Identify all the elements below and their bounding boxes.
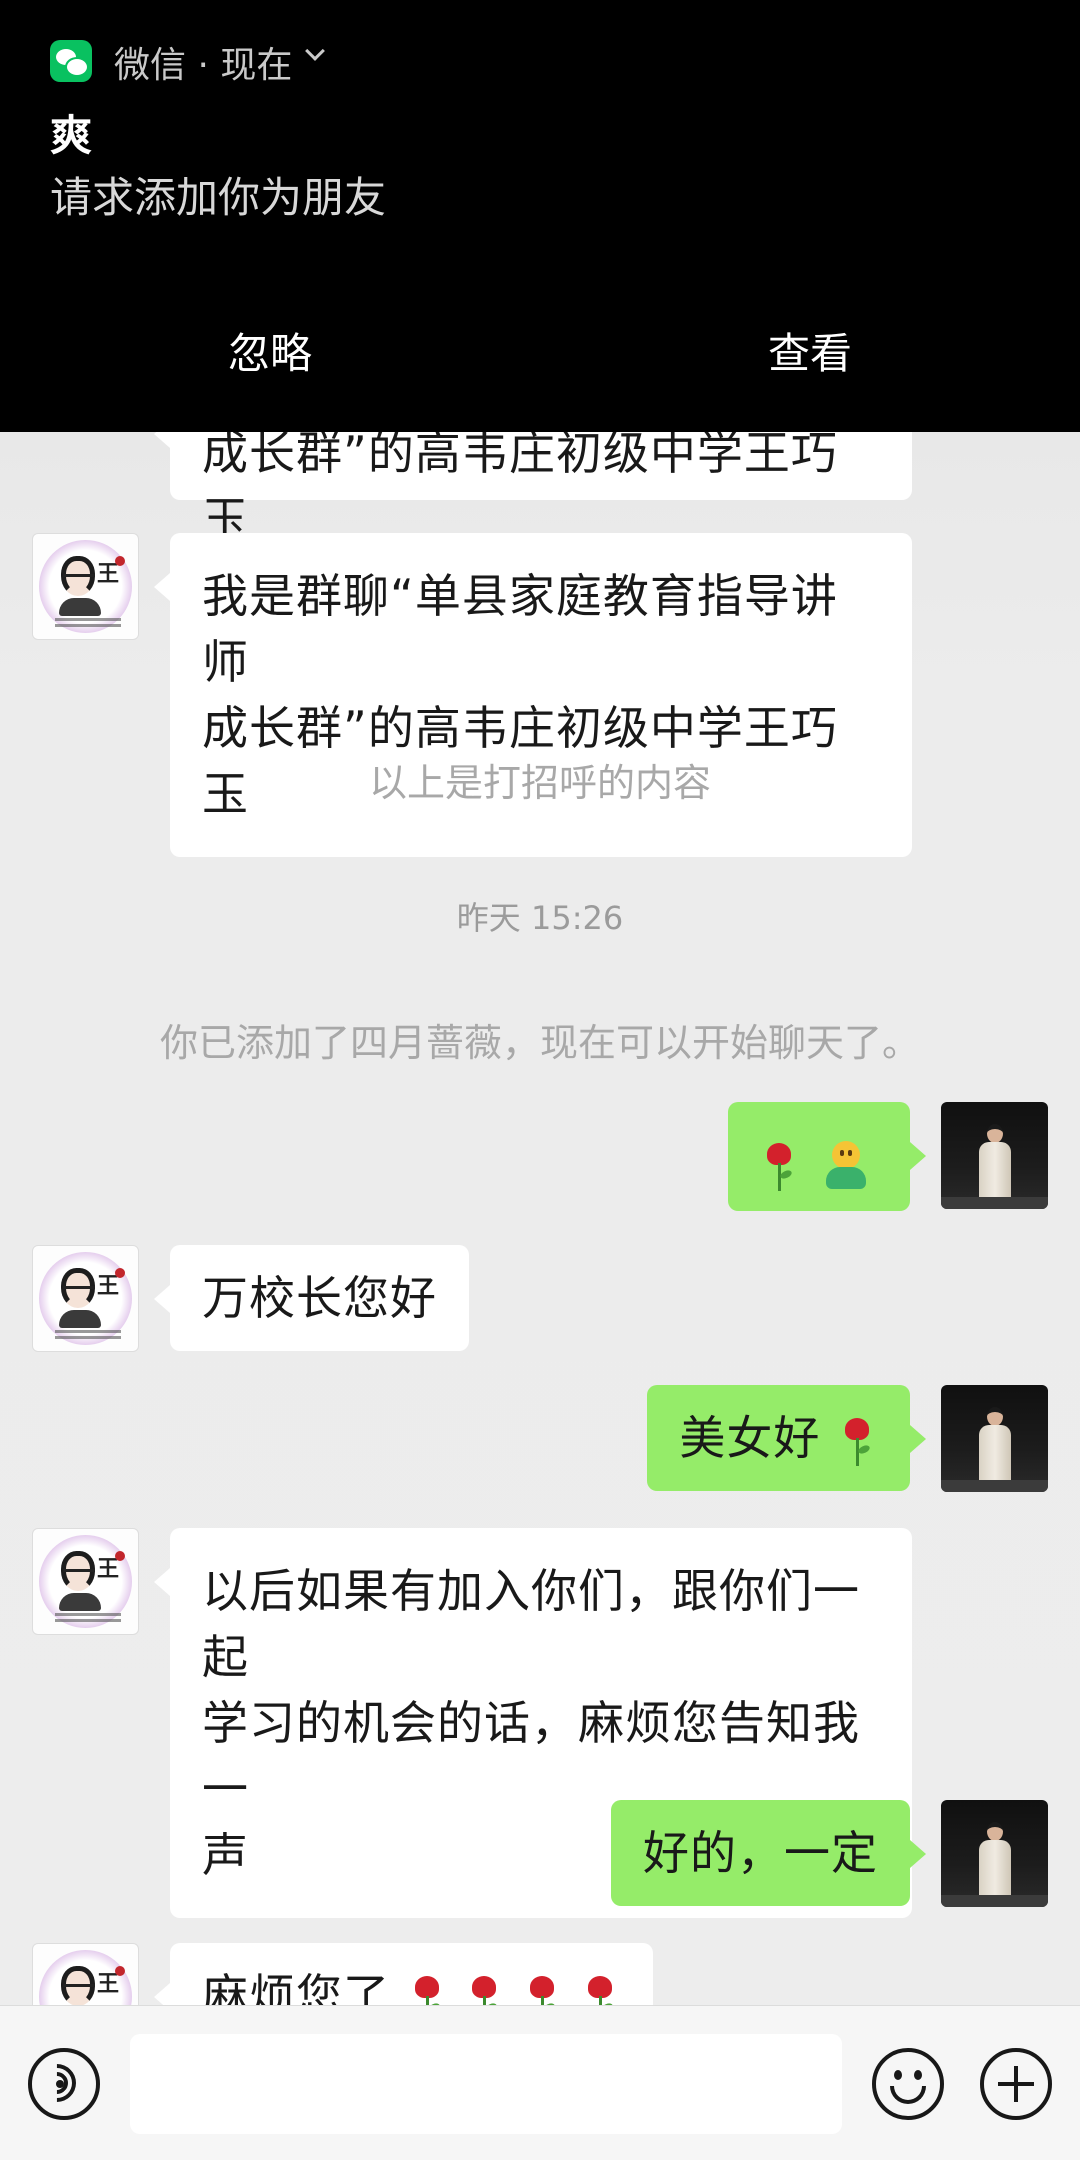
avatar-head <box>987 1822 1003 1841</box>
notification-body: 请求添加你为朋友 <box>50 173 387 222</box>
avatar-rose <box>115 1966 125 1976</box>
contact-avatar[interactable]: 王 <box>32 533 139 640</box>
friend-added-note: 你已添加了四月蔷薇，现在可以开始聊天了。 <box>159 1021 920 1065</box>
avatar-tagline <box>55 1619 121 1622</box>
avatar-tagline <box>55 1613 121 1616</box>
smile-emoji <box>820 1140 872 1193</box>
avatar-coat <box>979 1142 1011 1200</box>
avatar-head <box>987 1124 1003 1143</box>
message-bubble-incoming[interactable]: 万校长您好 <box>154 1245 469 1351</box>
rose-emoji <box>583 1974 617 2005</box>
message-bubble-outgoing[interactable]: 美女好 <box>647 1385 926 1491</box>
emoji-icon[interactable] <box>872 2048 944 2120</box>
message-bubble-outgoing[interactable] <box>728 1102 926 1211</box>
avatar-floor <box>941 1197 1048 1209</box>
ignore-button[interactable]: 忽略 <box>228 320 312 381</box>
greeting-bubble[interactable]: 我是群聊“单县家庭教育指导讲师 成长群”的高韦庄初级中学王巧玉 <box>154 533 912 857</box>
message-text-line: 以后如果有加入你们，跟你们一起 <box>202 1564 860 1684</box>
avatar-tagline <box>55 618 121 621</box>
my-avatar[interactable] <box>941 1102 1048 1209</box>
notification-app-label: 微信 · 现在 <box>114 45 293 86</box>
message-text: 万校长您好 <box>202 1271 437 1325</box>
rose-emoji <box>762 1141 796 1193</box>
rose-emoji <box>467 1974 501 2005</box>
chevron-down-icon[interactable] <box>305 41 325 61</box>
voice-icon[interactable] <box>28 2048 100 2120</box>
avatar-body <box>59 1310 101 1328</box>
avatar-rose <box>115 1268 125 1278</box>
contact-avatar[interactable]: 王 <box>32 1245 139 1352</box>
message-text: 美女好 <box>679 1411 821 1465</box>
notification-title: 爽 <box>50 111 93 160</box>
rose-emoji <box>410 1974 444 2005</box>
avatar-tagline <box>55 1336 121 1339</box>
message-timestamp: 昨天 15:26 <box>456 899 624 937</box>
message-text: 成长群”的高韦庄初级中学王巧玉 <box>202 426 838 546</box>
avatar-glasses <box>63 574 95 582</box>
message-input[interactable] <box>130 2034 842 2134</box>
message-text: 好的，一定 <box>643 1826 878 1880</box>
my-avatar[interactable] <box>941 1385 1048 1492</box>
avatar-tagline <box>55 1330 121 1333</box>
notification-banner[interactable]: 微信 · 现在 爽 请求添加你为朋友 忽略 查看 <box>0 0 1080 432</box>
message-bubble-incoming[interactable]: 麻烦您了 <box>154 1943 653 2005</box>
avatar-glasses <box>63 1286 95 1294</box>
view-button[interactable]: 查看 <box>768 320 852 381</box>
avatar-tagline <box>55 624 121 627</box>
avatar-floor <box>941 1480 1048 1492</box>
input-bar <box>0 2005 1080 2160</box>
avatar-body <box>59 1593 101 1611</box>
avatar-body <box>59 598 101 616</box>
avatar-coat <box>979 1425 1011 1483</box>
avatar-rose <box>115 556 125 566</box>
contact-avatar[interactable]: 王 <box>32 1943 139 2005</box>
rose-emoji <box>840 1416 874 1468</box>
avatar-glasses <box>63 1984 95 1992</box>
avatar-floor <box>941 1895 1048 1907</box>
message-bubble-outgoing[interactable]: 好的，一定 <box>611 1800 926 1906</box>
message-text-line: 我是群聊“单县家庭教育指导讲师 <box>202 569 838 689</box>
wechat-icon <box>50 40 92 82</box>
plus-icon[interactable] <box>980 2048 1052 2120</box>
greeting-note: 以上是打招呼的内容 <box>368 761 711 805</box>
contact-avatar[interactable]: 王 <box>32 1528 139 1635</box>
avatar-glasses <box>63 1569 95 1577</box>
avatar-coat <box>979 1840 1011 1898</box>
my-avatar[interactable] <box>941 1800 1048 1907</box>
avatar-head <box>987 1407 1003 1426</box>
avatar-rose <box>115 1551 125 1561</box>
message-text: 麻烦您了 <box>202 1969 390 2005</box>
rose-emoji <box>525 1974 559 2005</box>
